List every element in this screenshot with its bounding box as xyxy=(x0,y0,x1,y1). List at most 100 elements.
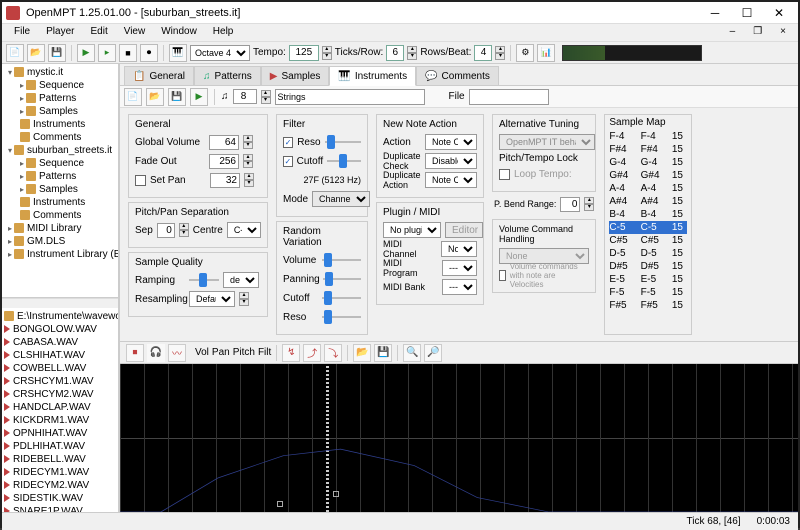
sample-map-row[interactable]: C-5C-515 xyxy=(609,221,687,234)
waveform-icon[interactable]: 〰 xyxy=(168,344,186,362)
midi-channel-select[interactable]: None xyxy=(441,241,477,257)
cutoff-check[interactable] xyxy=(283,156,293,167)
global-volume-input[interactable] xyxy=(209,135,239,150)
tab-general[interactable]: 📋General xyxy=(124,66,194,85)
tab-samples[interactable]: ▶Samples xyxy=(261,66,330,85)
midi-button[interactable]: 🎹 xyxy=(169,44,187,62)
record-button[interactable]: ⏺ xyxy=(140,44,158,62)
dup-action-select[interactable]: Note Cut xyxy=(425,172,477,188)
fade-out-input[interactable] xyxy=(209,154,239,169)
tree-hscroll[interactable] xyxy=(2,298,118,308)
instrument-number[interactable] xyxy=(233,89,257,104)
save-button[interactable]: 💾 xyxy=(48,44,66,62)
tab-patterns[interactable]: ♫Patterns xyxy=(194,66,261,85)
instrument-name[interactable] xyxy=(275,89,425,105)
tab-comments[interactable]: 💬Comments xyxy=(416,66,499,85)
minimize-button[interactable]: ─ xyxy=(700,4,730,22)
editor-button[interactable]: Editor xyxy=(445,222,483,238)
sample-file[interactable]: RIDECYM1.WAV xyxy=(4,466,116,479)
play-button[interactable]: ▶ xyxy=(77,44,95,62)
sep-input[interactable] xyxy=(157,223,175,238)
sample-file[interactable]: RIDECYM2.WAV xyxy=(4,479,116,492)
zoom-in-button[interactable]: 🔍 xyxy=(403,344,421,362)
sample-map-row[interactable]: F-5F-515 xyxy=(609,286,687,299)
menu-player[interactable]: Player xyxy=(38,24,82,41)
sample-map-row[interactable]: A-4A-415 xyxy=(609,182,687,195)
sample-file[interactable]: CRSHCYM1.WAV xyxy=(4,375,116,388)
sample-file[interactable]: CRSHCYM2.WAV xyxy=(4,388,116,401)
menu-window[interactable]: Window xyxy=(153,24,205,41)
instrument-file[interactable] xyxy=(469,89,549,105)
tempo-spinner[interactable]: ▴▾ xyxy=(322,46,332,60)
close-button[interactable]: ✕ xyxy=(764,4,794,22)
tab-instruments[interactable]: 🎹Instruments xyxy=(329,66,416,86)
sample-file[interactable]: CABASA.WAV xyxy=(4,336,116,349)
env-pitch-label[interactable]: Pitch xyxy=(233,347,255,358)
reso-check[interactable] xyxy=(283,137,293,148)
env-pan-label[interactable]: Pan xyxy=(212,347,230,358)
tree-view[interactable]: mystic.it Sequence Patterns Samples Inst… xyxy=(2,64,118,298)
ticks-spinner[interactable]: ▴▾ xyxy=(407,46,417,60)
new-button[interactable]: 📄 xyxy=(6,44,24,62)
sample-map-row[interactable]: D-5D-515 xyxy=(609,247,687,260)
open-button[interactable]: 📂 xyxy=(27,44,45,62)
ramping-select[interactable]: defaul xyxy=(223,272,259,288)
menu-view[interactable]: View xyxy=(116,24,154,41)
sample-map[interactable]: Sample Map F-4F-415F#4F#415G-4G-415G#4G#… xyxy=(604,114,692,335)
nna-action-select[interactable]: Note Off xyxy=(425,134,477,150)
instr-save-button[interactable]: 💾 xyxy=(168,88,186,106)
sample-file[interactable]: PDLHIHAT.WAV xyxy=(4,440,116,453)
sample-map-row[interactable]: F#5F#515 xyxy=(609,299,687,312)
sample-map-row[interactable]: F#4F#415 xyxy=(609,143,687,156)
resampling-select[interactable]: Default xyxy=(189,291,235,307)
stop-button[interactable]: ■ xyxy=(119,44,137,62)
sample-file[interactable]: COWBELL.WAV xyxy=(4,362,116,375)
zoom-out-button[interactable]: 🔎 xyxy=(424,344,442,362)
set-pan-input[interactable] xyxy=(210,173,240,188)
sample-map-row[interactable]: A#4A#415 xyxy=(609,195,687,208)
sample-browser[interactable]: E:\Instrumente\waveworld\drum BONGOLOW.W… xyxy=(2,308,118,512)
mdi-close[interactable]: × xyxy=(772,24,794,39)
sample-map-row[interactable]: E-5E-515 xyxy=(609,273,687,286)
sample-map-row[interactable]: B-4B-415 xyxy=(609,208,687,221)
midi-bank-select[interactable]: --- xyxy=(442,279,477,295)
tool-button-2[interactable]: 📊 xyxy=(537,44,555,62)
sample-file[interactable]: RIDEBELL.WAV xyxy=(4,453,116,466)
rows-input[interactable] xyxy=(474,45,492,61)
sample-map-row[interactable]: G-4G-415 xyxy=(609,156,687,169)
env-stop-icon[interactable]: ⏹ xyxy=(126,344,144,362)
instr-spinner[interactable]: ▴▾ xyxy=(261,90,271,104)
instr-new-button[interactable]: 📄 xyxy=(124,88,142,106)
sample-file[interactable]: KICKDRM1.WAV xyxy=(4,414,116,427)
env-tool-1[interactable]: ↯ xyxy=(282,344,300,362)
sample-file[interactable]: HANDCLAP.WAV xyxy=(4,401,116,414)
midi-program-select[interactable]: --- xyxy=(442,260,477,276)
rows-spinner[interactable]: ▴▾ xyxy=(495,46,505,60)
tool-button-1[interactable]: ⚙ xyxy=(516,44,534,62)
tuning-select[interactable]: OpenMPT IT behaviour xyxy=(499,134,595,150)
ticks-input[interactable] xyxy=(386,45,404,61)
sample-map-row[interactable]: G#4G#415 xyxy=(609,169,687,182)
play-pattern-button[interactable]: ▸ xyxy=(98,44,116,62)
sample-file[interactable]: SIDESTIK.WAV xyxy=(4,492,116,505)
env-tool-3[interactable]: ⤵ xyxy=(324,344,342,362)
sample-file[interactable]: OPNHIHAT.WAV xyxy=(4,427,116,440)
maximize-button[interactable]: ☐ xyxy=(732,4,762,22)
menu-edit[interactable]: Edit xyxy=(82,24,115,41)
env-save-button[interactable]: 💾 xyxy=(374,344,392,362)
dup-check-select[interactable]: Disabled xyxy=(425,153,477,169)
sample-file[interactable]: BONGOLOW.WAV xyxy=(4,323,116,336)
tempo-input[interactable] xyxy=(289,45,319,61)
sample-file[interactable]: CLSHIHAT.WAV xyxy=(4,349,116,362)
env-load-button[interactable]: 📂 xyxy=(353,344,371,362)
instr-play-button[interactable]: ▶ xyxy=(190,88,208,106)
pitch-bend-input[interactable] xyxy=(560,197,580,212)
env-filt-label[interactable]: Filt xyxy=(258,347,271,358)
menu-help[interactable]: Help xyxy=(205,24,242,41)
filter-mode-select[interactable]: Channel default xyxy=(312,191,370,207)
centre-select[interactable]: C-5 xyxy=(227,222,261,238)
mdi-restore[interactable]: ❐ xyxy=(745,24,770,39)
sample-file[interactable]: SNARE1P.WAV xyxy=(4,505,116,512)
menu-file[interactable]: File xyxy=(6,24,38,41)
plugin-select[interactable]: No plugin xyxy=(383,222,441,238)
